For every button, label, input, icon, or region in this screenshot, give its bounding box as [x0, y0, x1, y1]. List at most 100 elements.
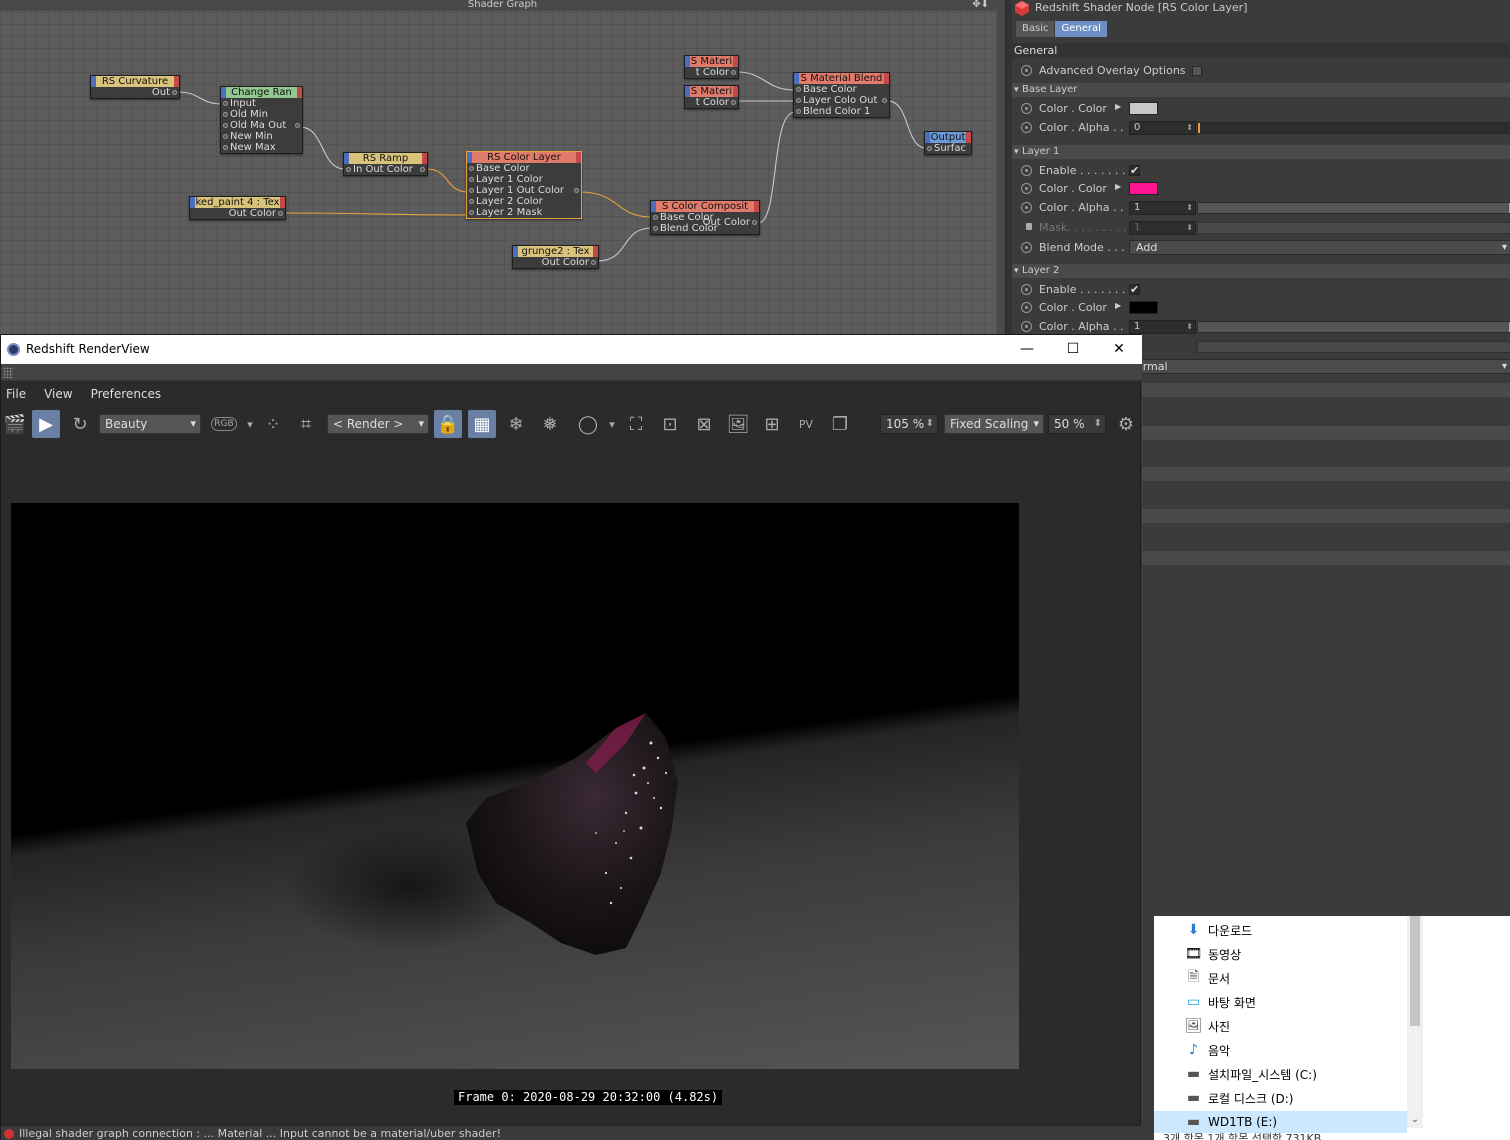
- nav-item-downloads[interactable]: ⬇ 다운로드: [1186, 919, 1253, 941]
- node-rs-ramp[interactable]: RS Ramp In Out Color: [343, 152, 428, 176]
- node-port[interactable]: Out Color: [513, 257, 598, 268]
- region-off-icon[interactable]: ⊠: [690, 410, 718, 438]
- lock-icon[interactable]: 🔒: [434, 410, 462, 438]
- start-render-button[interactable]: ▶: [32, 410, 60, 438]
- node-port[interactable]: Layer 1 Color: [467, 174, 581, 185]
- node-output[interactable]: Output Surfac: [924, 131, 972, 155]
- animate-radio-icon[interactable]: [1021, 302, 1032, 313]
- node-change-range[interactable]: Change Ran Input Old Min Old Ma Out New …: [220, 86, 303, 154]
- scaling-dropdown[interactable]: Fixed Scaling: [944, 414, 1044, 434]
- animate-radio-icon[interactable]: [1021, 103, 1032, 114]
- layer1-alpha-slider[interactable]: [1197, 202, 1510, 214]
- scrollbar-thumb[interactable]: [1410, 916, 1420, 1026]
- nav-item-pictures[interactable]: 🖼 사진: [1185, 1015, 1230, 1037]
- animate-radio-icon[interactable]: [1021, 183, 1032, 194]
- layer1-color-swatch[interactable]: [1129, 182, 1158, 195]
- nav-item-videos[interactable]: 🎞 동영상: [1185, 943, 1242, 965]
- base-alpha-slider[interactable]: [1197, 122, 1510, 134]
- nav-item-music[interactable]: ♪ 음악: [1186, 1039, 1230, 1061]
- picture-viewer-icon[interactable]: PV: [792, 410, 820, 438]
- nav-item-drive-c[interactable]: ▬ 설치파일_시스템 (C:): [1186, 1063, 1317, 1085]
- minimize-button[interactable]: —: [1004, 335, 1050, 364]
- animate-radio-icon[interactable]: [1021, 284, 1032, 295]
- node-port[interactable]: Input: [221, 98, 302, 109]
- base-color-swatch[interactable]: [1129, 102, 1158, 115]
- expand-arrow-icon[interactable]: ▶: [1115, 182, 1121, 191]
- layer2-alpha-slider[interactable]: [1197, 321, 1510, 333]
- node-port-out[interactable]: Out Color: [691, 217, 759, 228]
- close-button[interactable]: ✕: [1096, 335, 1142, 364]
- zoom-field[interactable]: 105 %: [880, 414, 938, 434]
- scroll-down-icon[interactable]: ⌄: [1407, 1114, 1423, 1128]
- node-port[interactable]: Layer 2 Color: [467, 196, 581, 207]
- tab-basic[interactable]: Basic: [1016, 21, 1055, 37]
- menu-file[interactable]: File: [1, 387, 31, 401]
- node-port[interactable]: Layer Colo Out: [794, 95, 889, 106]
- node-port[interactable]: Old Min: [221, 109, 302, 120]
- node-port[interactable]: New Min: [221, 131, 302, 142]
- expand-arrow-icon[interactable]: ▶: [1115, 102, 1121, 111]
- image-icon[interactable]: 🖼: [724, 410, 752, 438]
- layer2-enable-checkbox[interactable]: ✔: [1129, 284, 1140, 295]
- node-port[interactable]: In Out Color: [344, 164, 427, 175]
- layer1-enable-checkbox[interactable]: ✔: [1129, 165, 1140, 176]
- node-rs-curvature[interactable]: RS Curvature Out: [90, 75, 180, 99]
- nav-item-documents[interactable]: 🗎 문서: [1186, 967, 1230, 989]
- layer2-blend-dropdown[interactable]: ormal: [1129, 359, 1510, 374]
- animate-radio-icon[interactable]: [1021, 321, 1032, 332]
- nav-item-drive-d[interactable]: ▬ 로컬 디스크 (D:): [1186, 1087, 1294, 1109]
- layer2-color-swatch[interactable]: [1129, 301, 1158, 314]
- node-port[interactable]: t Color: [685, 97, 738, 108]
- advanced-overlay-checkbox[interactable]: [1191, 66, 1202, 76]
- node-material-blend[interactable]: S Material Blend Base Color Layer Colo O…: [793, 72, 890, 118]
- base-alpha-field[interactable]: 0: [1129, 121, 1196, 135]
- scale-percent-field[interactable]: 50 %: [1048, 414, 1106, 434]
- clapper-icon[interactable]: 🎬: [1, 410, 29, 438]
- node-port[interactable]: t Color: [685, 67, 738, 78]
- menu-view[interactable]: View: [39, 387, 77, 401]
- section-base-layer[interactable]: Base Layer: [1012, 83, 1510, 97]
- animate-radio-icon[interactable]: [1021, 122, 1032, 133]
- node-rs-color-layer[interactable]: RS Color Layer Base Color Layer 1 Color …: [466, 151, 582, 219]
- node-port[interactable]: Layer 2 Mask: [467, 207, 581, 218]
- crop-icon[interactable]: ⌗: [292, 410, 320, 438]
- render-view-titlebar[interactable]: Redshift RenderView — ☐ ✕: [1, 335, 1142, 364]
- expand-arrow-icon[interactable]: ▶: [1115, 301, 1121, 310]
- menu-preferences[interactable]: Preferences: [86, 387, 167, 401]
- rgb-channel-button[interactable]: RGB: [210, 410, 238, 438]
- node-port[interactable]: Base Color: [794, 84, 889, 95]
- node-port[interactable]: New Max: [221, 142, 302, 153]
- node-port[interactable]: Old Ma Out: [221, 120, 302, 131]
- node-port-out[interactable]: Out: [91, 87, 179, 98]
- grid-icon[interactable]: ▦: [468, 410, 496, 438]
- explorer-scrollbar[interactable]: ⌄: [1407, 916, 1423, 1128]
- render-image[interactable]: [11, 503, 1019, 1069]
- node-port[interactable]: Base Color: [467, 163, 581, 174]
- region-icon[interactable]: ⊡: [656, 410, 684, 438]
- nav-item-desktop[interactable]: ▭ 바탕 화면: [1186, 991, 1256, 1013]
- node-material-2[interactable]: S Materi t Color: [684, 85, 739, 109]
- node-port[interactable]: Out Color: [190, 208, 285, 219]
- snowflake-gear-icon[interactable]: ❅: [536, 410, 564, 438]
- node-port[interactable]: Layer 1 Out Color: [467, 185, 581, 196]
- node-paint-texture[interactable]: ked_paint 4 : Tex Out Color: [189, 196, 286, 220]
- layer2-alpha-field[interactable]: 1: [1129, 320, 1196, 334]
- layer1-blend-dropdown[interactable]: Add: [1129, 240, 1510, 255]
- node-material-1[interactable]: S Materi t Color: [684, 55, 739, 79]
- animate-radio-icon[interactable]: [1021, 242, 1032, 253]
- node-grunge-texture[interactable]: grunge2 : Tex Out Color: [512, 245, 599, 269]
- node-port[interactable]: Blend Color 1: [794, 106, 889, 117]
- node-rs-color-composite[interactable]: S Color Composit Base Color Blend Color …: [650, 200, 760, 235]
- maximize-button[interactable]: ☐: [1050, 335, 1096, 364]
- node-port[interactable]: Surfac: [925, 143, 971, 154]
- copy-icon[interactable]: ❐: [826, 410, 854, 438]
- render-mode-dropdown[interactable]: < Render >: [327, 414, 429, 434]
- layer1-alpha-field[interactable]: 1: [1129, 201, 1196, 215]
- tab-general[interactable]: General: [1055, 21, 1107, 37]
- animate-radio-icon[interactable]: [1021, 202, 1032, 213]
- focus-icon[interactable]: ⛶: [622, 410, 650, 438]
- animate-radio-icon[interactable]: [1021, 165, 1032, 176]
- add-snapshot-icon[interactable]: ⊞: [758, 410, 786, 438]
- toolbar-grip[interactable]: [1, 364, 1142, 381]
- section-layer-1[interactable]: Layer 1: [1012, 145, 1510, 159]
